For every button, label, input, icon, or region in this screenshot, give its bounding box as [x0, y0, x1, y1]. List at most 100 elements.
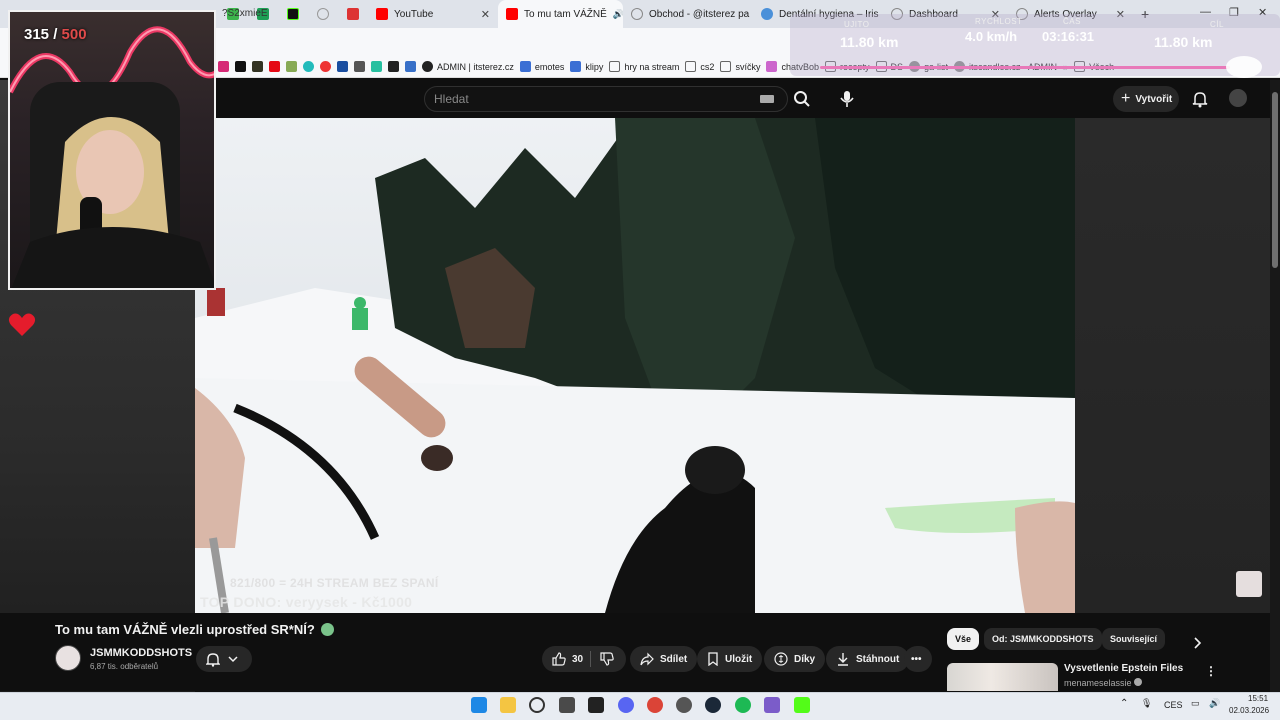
bookmark-paypal[interactable] — [337, 61, 348, 72]
chrome-icon[interactable] — [647, 697, 663, 713]
bookmark-label: svíčky — [735, 61, 761, 72]
url-field[interactable]: ?S2xmieE — [222, 8, 268, 19]
close-icon[interactable]: ✕ — [475, 8, 490, 21]
bookmark-app8[interactable] — [405, 61, 416, 72]
chip-all[interactable]: Vše — [947, 628, 980, 650]
channel-watermark[interactable] — [1236, 571, 1262, 597]
bookmark-app4[interactable] — [320, 61, 331, 72]
bell-icon[interactable] — [1192, 90, 1208, 108]
bookmark-app6[interactable] — [371, 61, 382, 72]
bookmark-admin[interactable]: ADMIN | itsterez.cz — [422, 61, 514, 72]
start-icon[interactable] — [471, 697, 487, 713]
goal-distance-value: 11.80 km — [1154, 34, 1213, 50]
bookmark-emotes[interactable]: emotes — [519, 61, 565, 72]
obs-icon[interactable] — [676, 697, 692, 713]
thumbs-down-icon[interactable] — [600, 652, 614, 666]
more-actions-button[interactable]: ••• — [904, 646, 932, 672]
youtube-icon — [506, 8, 518, 20]
video-overlay-goal-text: 821/800 = 24H STREAM BEZ SPANÍ — [230, 576, 439, 590]
tab-obchod[interactable]: Obchod - @itsterez pa ✕ — [623, 1, 753, 27]
scrollbar-thumb[interactable] — [1272, 92, 1278, 268]
speaker-icon[interactable]: 🔊 — [613, 9, 623, 20]
recommended-channel[interactable]: menameselassie — [1064, 678, 1143, 688]
bookmark-hry[interactable]: hry na stream — [609, 61, 679, 72]
pinned-tab-loading[interactable] — [308, 1, 338, 27]
share-button[interactable]: Sdílet — [630, 646, 698, 672]
app-icon — [320, 61, 331, 72]
bookmark-app3[interactable] — [303, 61, 314, 72]
video-player[interactable] — [195, 118, 1075, 613]
bookmark-instagram[interactable] — [218, 61, 229, 72]
bookmark-klipy[interactable]: klipy — [570, 61, 603, 72]
screen: { "browser": { "tabs": [ {"title": "YouT… — [0, 0, 1280, 720]
kick-icon[interactable] — [794, 697, 810, 713]
pinned-tab-red[interactable] — [338, 1, 368, 27]
video-title: To mu tam VÁŽNĚ vlezli uprostřed SR*NÍ? — [55, 622, 334, 637]
instagram-icon — [218, 61, 229, 72]
capcut-icon[interactable] — [588, 697, 604, 713]
chevron-down-icon — [228, 656, 238, 663]
microphone-icon[interactable] — [839, 90, 855, 108]
mic-tray-icon[interactable]: 🎙 — [1141, 698, 1152, 709]
chevron-right-icon[interactable] — [1193, 636, 1203, 650]
search-input[interactable] — [424, 86, 788, 112]
volume-icon[interactable]: 🔊 — [1209, 698, 1220, 709]
search-placeholder: Hledat — [434, 92, 469, 106]
create-button[interactable]: + Vytvořit — [1113, 86, 1179, 112]
webcam-feed — [10, 26, 214, 288]
bookmark-app7[interactable] — [388, 61, 399, 72]
language-indicator[interactable]: CES — [1164, 700, 1183, 710]
app-icon[interactable] — [764, 697, 780, 713]
site-icon — [519, 61, 531, 72]
discord-icon[interactable] — [618, 697, 634, 713]
app-c-icon[interactable] — [529, 697, 545, 713]
pinned-tab-kick[interactable] — [278, 1, 308, 27]
network-icon[interactable]: ▭ — [1191, 698, 1200, 709]
netflix-icon — [269, 61, 280, 72]
bookmark-netflix[interactable] — [269, 61, 280, 72]
goal-current: 315 — [24, 26, 50, 43]
recommended-thumbnail[interactable] — [947, 663, 1058, 691]
speed-label: RYCHLOST — [975, 17, 1023, 26]
time-value: 03:16:31 — [1042, 29, 1095, 44]
chip-related[interactable]: Související — [1102, 628, 1166, 650]
bookmark-app2[interactable] — [286, 61, 297, 72]
bookmark-label: ADMIN | itsterez.cz — [437, 61, 514, 72]
chevron-up-icon[interactable]: ⌃ — [1120, 698, 1128, 709]
notification-button[interactable] — [196, 646, 252, 672]
file-explorer-icon[interactable] — [500, 697, 516, 713]
spotify-icon[interactable] — [735, 697, 751, 713]
tab-youtube[interactable]: YouTube ✕ — [368, 1, 498, 27]
thumbs-up-icon — [552, 652, 566, 666]
globe-icon — [631, 8, 643, 20]
more-vertical-icon[interactable]: ⋮ — [1205, 664, 1217, 678]
search-icon[interactable] — [793, 90, 811, 108]
download-button[interactable]: Stáhnout — [826, 646, 910, 672]
nauseated-emoji-icon — [320, 623, 334, 636]
bell-icon — [206, 653, 220, 667]
bookmark-cs2[interactable]: cs2 — [685, 61, 714, 72]
recommended-title[interactable]: Vysvetlenie Epstein Files — [1064, 663, 1183, 674]
keyboard-icon[interactable] — [760, 95, 774, 103]
site-icon — [766, 61, 778, 72]
channel-name[interactable]: JSMMKODDSHOTS — [90, 647, 192, 659]
thanks-button[interactable]: Díky — [764, 646, 826, 672]
tab-current-video[interactable]: To mu tam VÁŽNĚ 🔊 ✕ — [498, 0, 623, 28]
red-app-icon — [347, 8, 359, 20]
chip-label: Vše — [955, 634, 972, 644]
download-label: Stáhnout — [856, 653, 900, 665]
bookmark-x[interactable] — [235, 61, 246, 72]
channel-avatar[interactable] — [55, 645, 81, 671]
xbox-icon[interactable] — [559, 697, 575, 713]
bookmark-label: emotes — [534, 61, 565, 72]
clock-time[interactable]: 15:51 — [1248, 694, 1268, 703]
steam-icon[interactable] — [705, 697, 721, 713]
save-button[interactable]: Uložit — [697, 646, 763, 672]
bookmark-app5[interactable] — [354, 61, 365, 72]
clock-date[interactable]: 02.03.2026 — [1229, 706, 1269, 715]
bookmark-app[interactable] — [252, 61, 263, 72]
chip-from-channel[interactable]: Od: JSMMKODDSHOTS — [984, 628, 1102, 650]
bookmark-svicky[interactable]: svíčky — [720, 61, 760, 72]
avatar[interactable] — [1229, 89, 1247, 107]
download-icon — [838, 653, 848, 666]
